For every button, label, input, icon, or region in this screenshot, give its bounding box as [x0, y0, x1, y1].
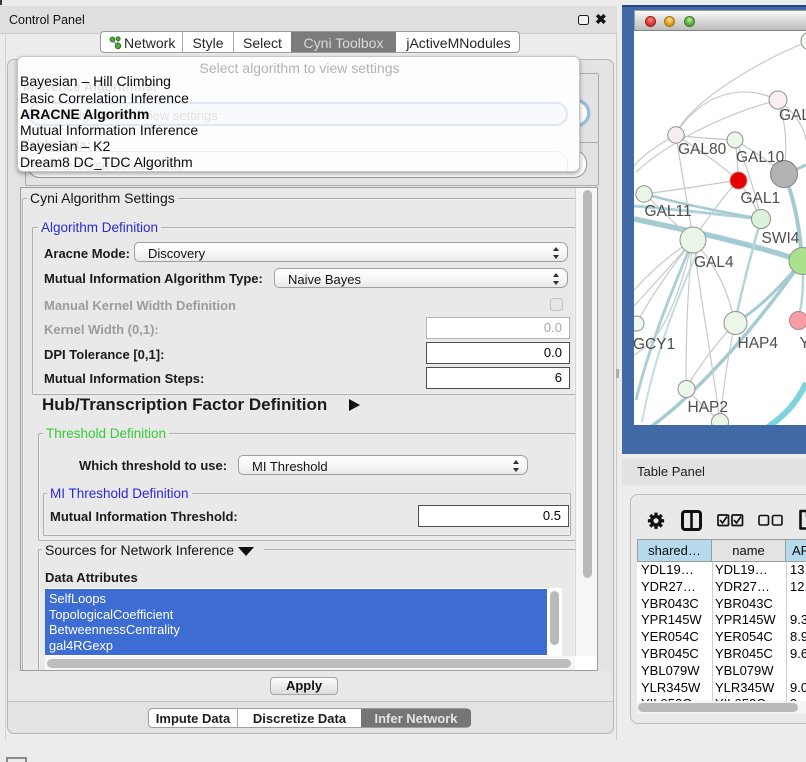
svg-text:Y: Y	[800, 335, 806, 352]
svg-text:GAL80: GAL80	[678, 141, 727, 158]
svg-text:HAP4: HAP4	[738, 335, 779, 352]
svg-text:GAL2: GAL2	[779, 107, 806, 124]
svg-text:GCY1: GCY1	[634, 336, 675, 353]
svg-text:GAL4: GAL4	[694, 254, 734, 271]
svg-text:GAL10: GAL10	[736, 149, 785, 166]
svg-text:GAL11: GAL11	[645, 203, 692, 220]
svg-text:GAL1: GAL1	[741, 190, 781, 207]
svg-text:SWI4: SWI4	[762, 230, 800, 247]
svg-text:HAP2: HAP2	[688, 399, 729, 416]
